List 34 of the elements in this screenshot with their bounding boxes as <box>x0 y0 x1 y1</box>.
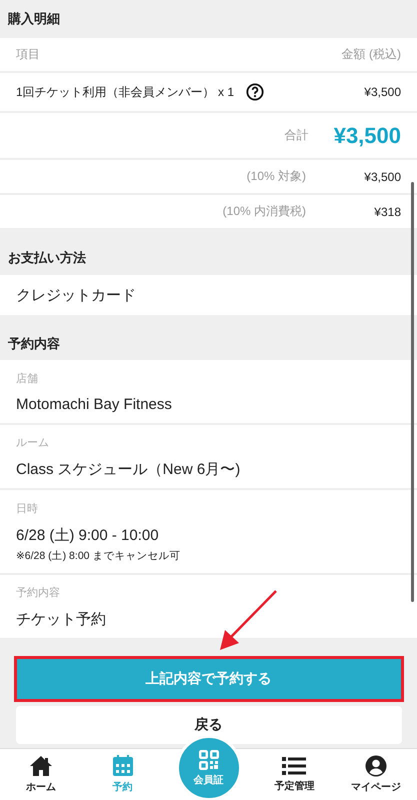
section-header: お支払い方法 <box>0 230 417 275</box>
user-icon <box>365 755 388 777</box>
tax-label: (10% 対象) <box>246 168 306 185</box>
field-value: Motomachi Bay Fitness <box>16 396 173 412</box>
field-label: 予約内容 <box>16 586 61 600</box>
field-value: Class スケジュール（New 6月〜) <box>16 460 242 478</box>
home-icon <box>28 755 53 777</box>
field-label: 日時 <box>16 502 39 516</box>
payment-method: クレジットカード <box>16 286 136 304</box>
section-header: 予約内容 <box>0 315 417 360</box>
tax-amount: ¥318 <box>373 204 401 218</box>
total-amount: ¥3,500 <box>334 122 401 148</box>
tab[interactable]: 予定管理 <box>254 749 336 800</box>
field-label: ルーム <box>16 436 50 450</box>
tab[interactable]: マイページ <box>335 749 417 800</box>
tab[interactable]: ホーム <box>0 749 82 800</box>
back-button[interactable]: 戻る <box>16 706 402 744</box>
item-name: 1回チケット利用（非会員メンバー） x 1 <box>16 84 234 100</box>
field-value: 6/28 (土) 9:00 - 10:00 <box>16 526 160 544</box>
field-label: 店舗 <box>16 372 39 386</box>
column-header: 金額 (税込) <box>342 46 401 63</box>
help-icon[interactable] <box>246 83 264 101</box>
tax-amount: ¥3,500 <box>363 170 401 184</box>
column-header: 項目 <box>16 46 40 63</box>
section-header: 購入明細 <box>0 0 417 38</box>
total-label: 合計 <box>284 127 309 144</box>
qr-code-icon <box>198 750 218 770</box>
field-value: チケット予約 <box>16 610 107 628</box>
calendar-icon <box>112 755 134 777</box>
tax-label: (10% 内消費税) <box>222 203 306 220</box>
annotation-arrow <box>218 590 278 652</box>
list-icon <box>282 756 306 776</box>
item-amount: ¥3,500 <box>364 85 401 99</box>
cancel-note: ※6/28 (土) 8:00 までキャンセル可 <box>16 548 182 562</box>
